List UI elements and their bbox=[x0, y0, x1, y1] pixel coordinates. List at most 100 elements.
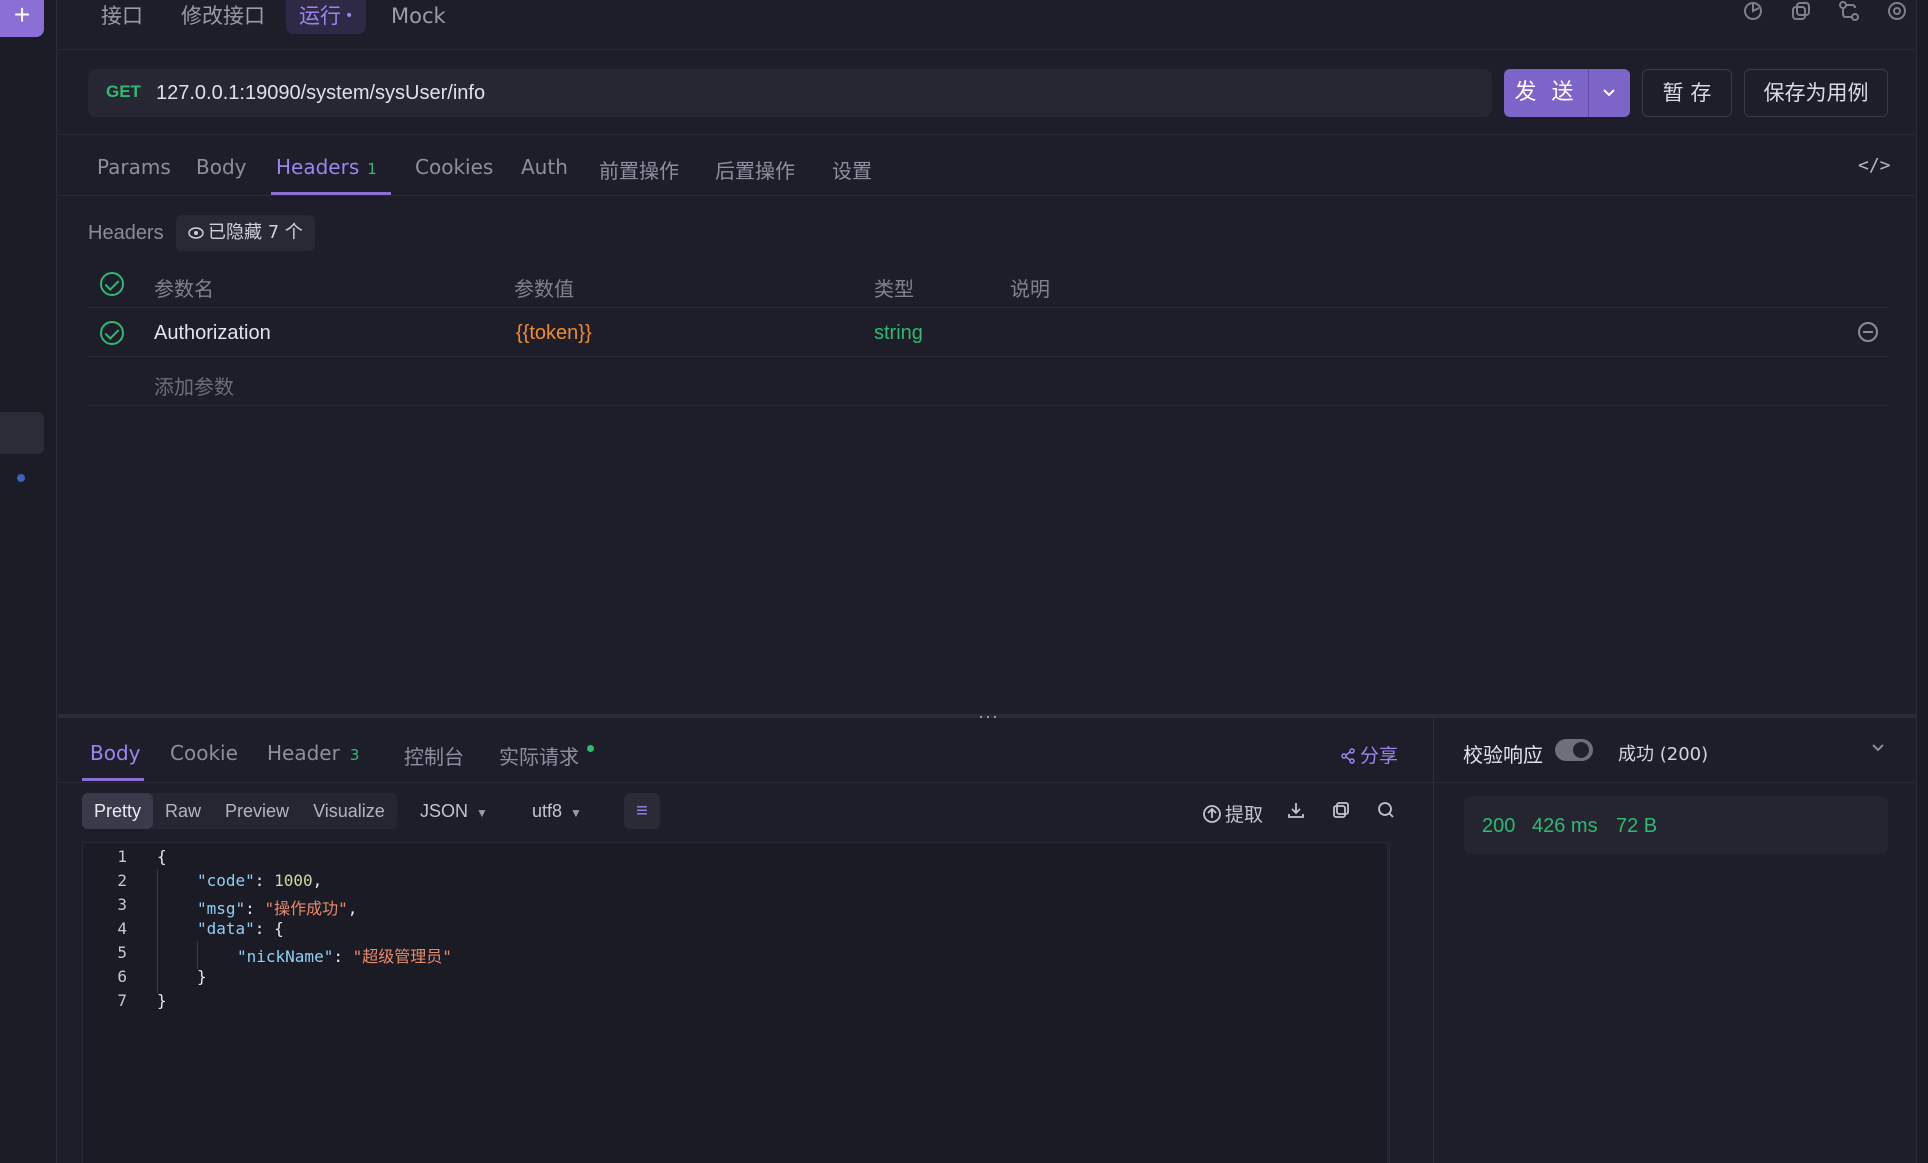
eye-icon bbox=[188, 227, 204, 239]
unsaved-dot: • bbox=[345, 8, 354, 24]
response-vertical-divider bbox=[1433, 718, 1434, 1163]
res-tab-header[interactable]: Header 3 bbox=[267, 741, 359, 765]
tab-body[interactable]: Body bbox=[196, 155, 247, 179]
divider bbox=[58, 782, 1433, 783]
view-visualize[interactable]: Visualize bbox=[301, 793, 397, 829]
send-button[interactable]: 发 送 bbox=[1504, 69, 1588, 117]
top-tab-bar: 接口 修改接口 运行 • Mock bbox=[58, 0, 1916, 50]
tab-run[interactable]: 运行 • bbox=[286, 0, 367, 34]
share-button[interactable]: 分享 bbox=[1340, 741, 1398, 768]
verify-toggle[interactable] bbox=[1555, 739, 1593, 761]
chevron-down-icon: ▼ bbox=[570, 806, 582, 820]
remove-row-icon[interactable] bbox=[1858, 322, 1878, 342]
left-rail: + bbox=[0, 0, 57, 1163]
app-window: + 接口 修改接口 运行 • Mock GET 127.0.0.1:19090/… bbox=[0, 0, 1928, 1163]
select-all-checkbox[interactable] bbox=[100, 272, 124, 296]
url-bar: GET bbox=[88, 69, 1492, 117]
view-preview[interactable]: Preview bbox=[213, 793, 301, 829]
json-key: "data" bbox=[197, 919, 255, 938]
line-number: 2 bbox=[117, 871, 127, 890]
divider bbox=[1434, 782, 1916, 783]
indent-guide bbox=[197, 941, 198, 969]
flow-icon[interactable] bbox=[1838, 0, 1860, 22]
method-select[interactable]: GET bbox=[106, 82, 141, 102]
divider bbox=[58, 195, 1916, 196]
response-code-editor[interactable]: 1 2 3 4 5 6 7 { "code": 1000, "msg": "操作… bbox=[82, 842, 1390, 1163]
view-raw[interactable]: Raw bbox=[153, 793, 213, 829]
history-icon[interactable] bbox=[1742, 0, 1764, 22]
status-code: 200 bbox=[1482, 815, 1516, 837]
share-label: 分享 bbox=[1360, 745, 1399, 767]
chevron-down-icon: ▼ bbox=[476, 806, 488, 820]
res-tab-console[interactable]: 控制台 bbox=[404, 741, 464, 770]
drag-handle-icon[interactable]: ··· bbox=[978, 706, 999, 727]
param-type-cell[interactable]: string bbox=[874, 322, 923, 345]
format-value: JSON bbox=[420, 801, 469, 821]
res-header-count: 3 bbox=[349, 746, 360, 764]
tab-mock[interactable]: Mock bbox=[378, 0, 459, 34]
new-plus-button[interactable]: + bbox=[0, 0, 44, 37]
tab-auth[interactable]: Auth bbox=[521, 155, 568, 179]
extract-button[interactable]: 提取 bbox=[1202, 800, 1263, 827]
right-scrollbar[interactable] bbox=[1916, 0, 1928, 1163]
download-icon[interactable] bbox=[1286, 800, 1306, 825]
actual-request-dot bbox=[587, 745, 594, 752]
line-number: 7 bbox=[117, 991, 127, 1010]
search-icon[interactable] bbox=[1376, 800, 1396, 825]
hidden-headers-chip[interactable]: 已隐藏 7 个 bbox=[176, 215, 315, 251]
json-key: "code" bbox=[197, 871, 255, 890]
response-status-select[interactable]: 成功 (200) bbox=[1618, 740, 1708, 766]
col-type: 类型 bbox=[874, 277, 914, 301]
row-divider bbox=[88, 307, 1888, 308]
tab-params[interactable]: Params bbox=[97, 155, 171, 179]
chevron-down-icon[interactable] bbox=[1871, 740, 1885, 756]
param-value-cell[interactable]: {{token}} bbox=[516, 322, 592, 345]
row-divider bbox=[88, 405, 1888, 406]
settings-icon[interactable] bbox=[1886, 0, 1908, 22]
tab-cookies[interactable]: Cookies bbox=[415, 155, 493, 179]
editor-scrollbar[interactable] bbox=[1389, 843, 1390, 1163]
wrap-lines-icon[interactable]: ≡ bbox=[624, 793, 660, 829]
hidden-headers-label: 已隐藏 7 个 bbox=[208, 222, 303, 243]
res-tab-actual-label: 实际请求 bbox=[499, 745, 579, 769]
response-size: 72 B bbox=[1616, 815, 1658, 837]
copy-response-icon[interactable] bbox=[1331, 800, 1351, 825]
url-input[interactable] bbox=[156, 77, 1456, 109]
tab-pre-ops[interactable]: 前置操作 bbox=[599, 155, 679, 184]
rail-selected-item[interactable] bbox=[0, 412, 44, 454]
add-param-input[interactable]: 添加参数 bbox=[154, 371, 234, 400]
col-param-value: 参数值 bbox=[514, 277, 574, 301]
format-select[interactable]: JSON ▼ bbox=[420, 801, 488, 822]
divider bbox=[58, 134, 1916, 135]
json-key: "msg" bbox=[197, 899, 246, 918]
encoding-select[interactable]: utf8 ▼ bbox=[532, 801, 582, 822]
save-as-case-button[interactable]: 保存为用例 bbox=[1744, 69, 1888, 117]
code-line: "msg": "操作成功", bbox=[197, 899, 358, 918]
tab-headers-label: Headers bbox=[276, 155, 360, 179]
tab-settings[interactable]: 设置 bbox=[832, 155, 872, 184]
col-param-name: 参数名 bbox=[154, 277, 214, 301]
save-temp-button[interactable]: 暂 存 bbox=[1642, 69, 1732, 117]
res-tab-body[interactable]: Body bbox=[90, 741, 141, 765]
res-tab-cookie[interactable]: Cookie bbox=[170, 741, 238, 765]
copy-icon[interactable] bbox=[1790, 0, 1812, 22]
send-dropdown-icon[interactable] bbox=[1588, 69, 1630, 117]
param-name-cell[interactable]: Authorization bbox=[154, 322, 271, 345]
encoding-value: utf8 bbox=[532, 801, 563, 821]
row-checkbox[interactable] bbox=[100, 321, 124, 345]
tab-run-label: 运行 bbox=[299, 4, 341, 28]
tab-post-ops[interactable]: 后置操作 bbox=[715, 155, 795, 184]
verify-response-label: 校验响应 bbox=[1463, 743, 1543, 767]
tab-api[interactable]: 接口 bbox=[88, 0, 156, 34]
tab-edit-api[interactable]: 修改接口 bbox=[168, 0, 278, 34]
upload-icon bbox=[1203, 805, 1221, 823]
tab-headers[interactable]: Headers 1 bbox=[276, 155, 377, 179]
view-pretty[interactable]: Pretty bbox=[82, 793, 154, 829]
code-gen-icon[interactable]: </> bbox=[1858, 155, 1891, 176]
json-string: "超级管理员" bbox=[352, 947, 452, 966]
view-mode-segment: Pretty Raw Preview Visualize bbox=[82, 793, 397, 829]
line-number: 3 bbox=[117, 895, 127, 914]
rail-status-dot bbox=[17, 474, 25, 482]
headers-count-badge: 1 bbox=[367, 160, 377, 178]
res-tab-actual-request[interactable]: 实际请求 bbox=[499, 741, 594, 770]
